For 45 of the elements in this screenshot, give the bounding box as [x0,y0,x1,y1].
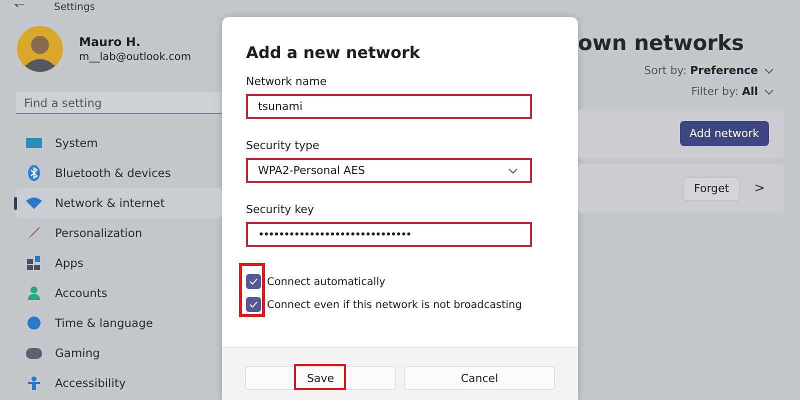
filter-dropdown[interactable]: Filter by: All [691,85,774,98]
sidebar-item[interactable]: Accounts [16,278,222,308]
account-email: m__lab@outlook.com [79,51,192,63]
input-field[interactable]: tsunami [246,94,532,119]
checkbox-label: Connect even if this network is not broadcasting [267,298,522,310]
monitor-icon [26,137,42,149]
chevron-down-icon [508,168,518,174]
apps-icon [27,256,41,270]
sidebar-item[interactable]: Accessibility [16,368,222,398]
sidebar-item[interactable]: System [16,128,222,158]
checkmark-icon [249,278,258,285]
sidebar-item[interactable]: Gaming [16,338,222,368]
chevron-right[interactable]: > [750,181,769,196]
accessibility-icon [27,376,41,390]
dialog-button[interactable]: Save [245,366,396,390]
field-label: Security key [246,203,315,216]
bluetooth-icon [28,165,40,181]
account-name: Mauro H. [79,35,142,49]
back-arrow-icon[interactable] [14,4,24,10]
checkbox-label: Connect automatically [267,276,386,288]
sidebar-item[interactable]: Apps [16,248,222,278]
sidebar-item[interactable]: Personalization [16,218,222,248]
checkbox[interactable] [246,274,261,289]
add-network-button[interactable]: Add network [680,121,769,146]
sort-dropdown[interactable]: Sort by: Preference [644,64,774,77]
page-title: own networks [578,31,745,55]
wifi-icon [26,197,42,209]
chevron-down-icon [764,68,774,74]
person-icon [27,286,41,300]
search-field[interactable]: Find a setting [16,92,222,114]
chevron-down-icon [764,88,774,94]
dialog-button[interactable]: Cancel [404,366,555,390]
checkbox[interactable] [246,297,261,312]
sidebar-item[interactable]: Bluetooth & devices [16,158,222,188]
window-title: Settings [54,2,96,12]
brush-icon [27,226,41,240]
password-field[interactable]: •••••••••••••••••••••••••••••• [246,222,532,247]
sidebar-item[interactable]: Network & internet [16,188,222,218]
checkmark-icon [249,301,258,308]
dialog-title: Add a new network [246,43,422,62]
field-label: Security type [246,139,320,152]
sidebar-item[interactable]: Time & language [16,308,222,338]
forget-button[interactable]: Forget [683,176,740,200]
dropdown[interactable]: WPA2-Personal AES [246,158,532,183]
field-label: Network name [246,75,328,88]
